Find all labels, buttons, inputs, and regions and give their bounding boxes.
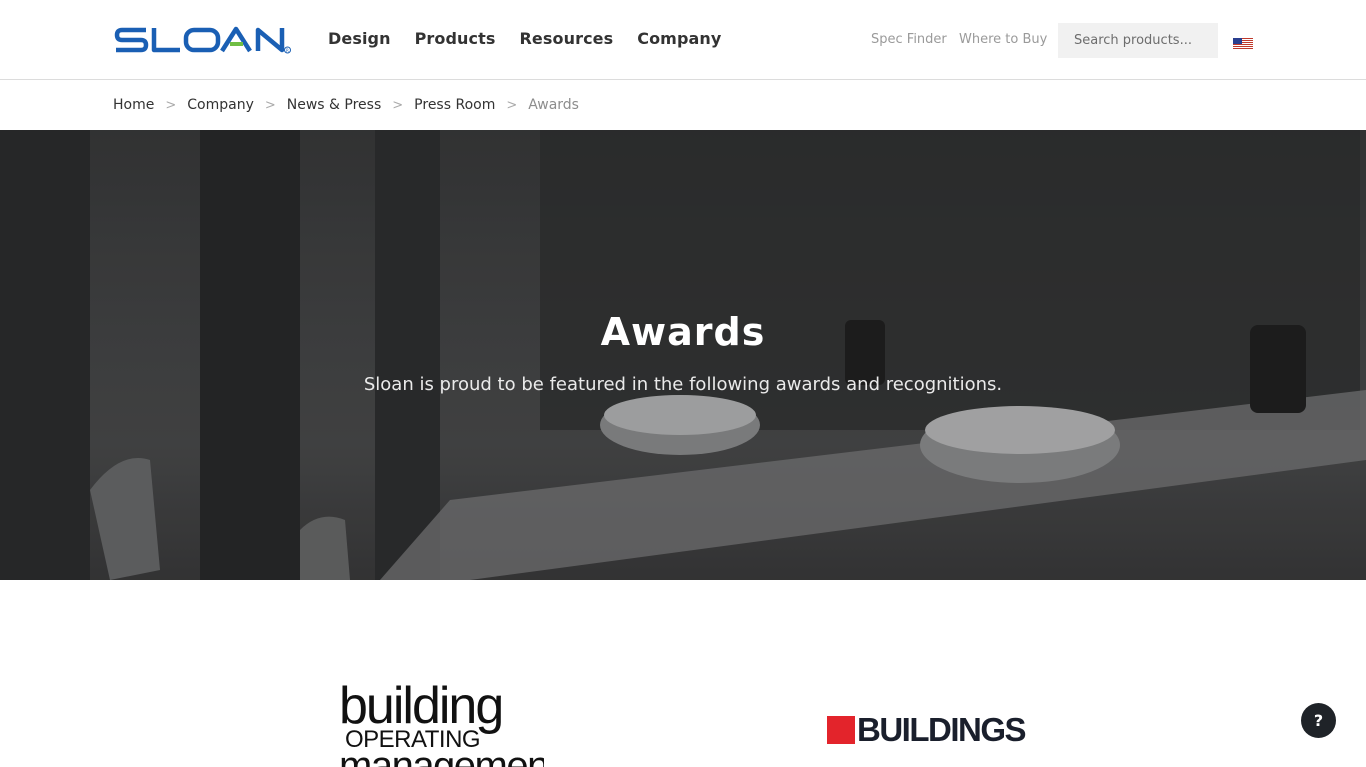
sloan-logo-mark: R <box>114 26 291 54</box>
nav-design[interactable]: Design <box>328 29 391 48</box>
help-button[interactable]: ? <box>1301 703 1336 738</box>
site-header: R Design Products Resources Company Spec… <box>0 0 1366 80</box>
sloan-logo[interactable]: R <box>114 24 292 56</box>
breadcrumb-awards: Awards <box>528 97 579 113</box>
spec-finder-link[interactable]: Spec Finder <box>871 32 947 47</box>
bom-logo-line3: management <box>339 744 544 767</box>
nav-company[interactable]: Company <box>637 29 721 48</box>
breadcrumb-news-press[interactable]: News & Press <box>287 97 382 113</box>
nav-resources[interactable]: Resources <box>520 29 614 48</box>
breadcrumb-company[interactable]: Company <box>187 97 254 113</box>
breadcrumb-separator: > <box>506 97 518 113</box>
breadcrumb-home[interactable]: Home <box>113 97 154 113</box>
breadcrumb: Home > Company > News & Press > Press Ro… <box>113 97 579 113</box>
nav-products[interactable]: Products <box>415 29 496 48</box>
where-to-buy-link[interactable]: Where to Buy <box>959 32 1047 47</box>
restroom-background-image <box>0 130 1366 580</box>
page-title: Awards <box>600 310 766 354</box>
buildings-logo[interactable]: BUILDINGS <box>827 711 1027 748</box>
breadcrumb-separator: > <box>392 97 404 113</box>
buildings-logo-square <box>827 716 855 744</box>
hero-banner: Awards Sloan is proud to be featured in … <box>0 130 1366 580</box>
breadcrumb-separator: > <box>264 97 276 113</box>
us-flag-icon[interactable] <box>1233 35 1253 50</box>
main-nav: Design Products Resources Company <box>328 29 721 48</box>
breadcrumb-press-room[interactable]: Press Room <box>414 97 495 113</box>
search-input[interactable] <box>1058 23 1218 58</box>
page-subtitle: Sloan is proud to be featured in the fol… <box>363 374 1003 395</box>
bom-logo-line1: building <box>339 683 504 735</box>
svg-text:R: R <box>286 48 289 53</box>
building-operating-management-logo[interactable]: building OPERATING management <box>339 683 544 767</box>
buildings-logo-text: BUILDINGS <box>857 711 1027 748</box>
breadcrumb-separator: > <box>165 97 177 113</box>
